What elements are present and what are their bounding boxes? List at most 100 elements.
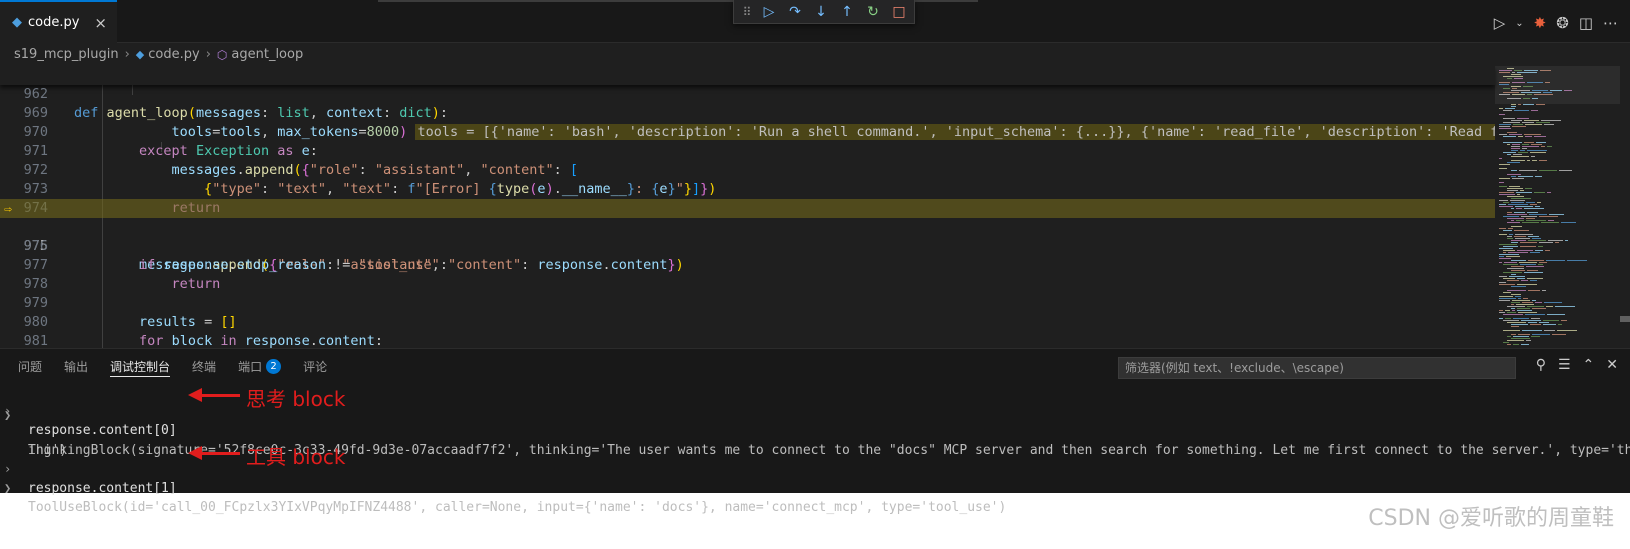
minimap-stroke xyxy=(1511,208,1514,209)
expand-chevron-icon[interactable]: ❯ xyxy=(4,479,11,498)
minimap-stroke xyxy=(1507,132,1517,133)
minimap-stroke xyxy=(1503,122,1520,123)
step-out-button[interactable]: ↑ xyxy=(834,1,860,23)
minimap-stroke xyxy=(1513,318,1529,319)
console-text: ToolUseBlock(id='call_00_FCpzlx3YIxVPqyM… xyxy=(28,500,1007,515)
minimap-stroke xyxy=(1567,260,1587,261)
breadcrumb-symbol[interactable]: agent_loop xyxy=(231,47,303,62)
code-line[interactable]: 969 tools=tools, max_tokens=8000) tools … xyxy=(0,85,1550,140)
continue-button[interactable]: ▷ xyxy=(756,1,782,23)
minimap-stroke xyxy=(1535,250,1543,251)
sparkle-icon[interactable]: ✸ xyxy=(1534,14,1547,32)
minimap-stroke xyxy=(1511,286,1526,287)
breadcrumb-file[interactable]: code.py xyxy=(148,47,199,62)
minimap-stroke xyxy=(1520,190,1524,191)
arrow-shaft xyxy=(198,394,240,397)
code-line[interactable]: 978 xyxy=(0,256,1495,292)
code-line[interactable]: 976 if response.stop_reason != "tool_use… xyxy=(0,218,1495,273)
tab-comments[interactable]: 评论 xyxy=(303,349,327,383)
step-over-button[interactable]: ↷ xyxy=(782,1,808,23)
code-line[interactable]: 971 messages.append({"role": "assistant"… xyxy=(0,123,1495,178)
minimap-stroke xyxy=(1503,314,1523,315)
tab-problems[interactable]: 问题 xyxy=(18,349,42,383)
minimap-stroke xyxy=(1499,134,1507,135)
restart-button[interactable]: ↻ xyxy=(860,1,886,23)
minimap-stroke xyxy=(1511,148,1520,149)
minimap-stroke xyxy=(1511,106,1516,107)
code-line[interactable]: 981 if block.type != "tool_use": xyxy=(0,313,1495,348)
tab-ports[interactable]: 端口 2 xyxy=(238,349,282,383)
code-line[interactable]: 973 return xyxy=(0,161,1495,216)
search-icon[interactable]: ⚲ xyxy=(1536,357,1546,373)
code-line[interactable]: 982 continue xyxy=(0,332,1495,348)
step-into-button[interactable]: ↓ xyxy=(808,1,834,23)
minimap-stroke xyxy=(1516,304,1534,305)
minimap-stroke xyxy=(1517,278,1525,279)
minimap-stroke xyxy=(1503,252,1506,253)
code-line[interactable]: 977 return xyxy=(0,237,1495,292)
vertical-scrollbar[interactable] xyxy=(1620,66,1630,348)
minimap-stroke xyxy=(1512,310,1515,311)
minimap-stroke xyxy=(1511,338,1530,339)
minimap-stroke xyxy=(1503,230,1512,231)
minimap-stroke xyxy=(1527,160,1530,161)
minimap-stroke xyxy=(1511,304,1514,305)
split-editor-icon[interactable]: ◫ xyxy=(1579,14,1593,32)
tab-output[interactable]: 输出 xyxy=(64,349,88,383)
breadcrumb: s19_mcp_plugin › ◆ code.py › ⬡ agent_loo… xyxy=(0,43,1630,66)
code-line[interactable]: 974 xyxy=(0,180,1495,216)
tab-debug-console[interactable]: 调试控制台 xyxy=(110,349,171,383)
more-actions-icon[interactable]: ⋯ xyxy=(1603,14,1618,32)
minimap-stroke xyxy=(1503,292,1511,293)
minimap-stroke xyxy=(1521,344,1529,345)
step-out-icon: ↑ xyxy=(841,3,853,20)
tab-terminal[interactable]: 终端 xyxy=(192,349,216,383)
code-line[interactable]: 979 results = [] xyxy=(0,275,1495,330)
breakpoint-arrow-icon[interactable]: ⇨ xyxy=(4,200,12,219)
drag-grip-icon[interactable]: ⠿ xyxy=(738,5,756,19)
minimap-stroke xyxy=(1559,170,1572,171)
code-line[interactable]: 980 for block in response.content: xyxy=(0,294,1495,348)
console-output-line[interactable]: ❯ ToolUseBlock(id='call_00_FCpzlx3YIxVPq… xyxy=(0,460,1630,515)
ai-assistant-icon[interactable]: ❂ xyxy=(1556,14,1569,32)
clear-console-icon[interactable]: ☰ xyxy=(1558,357,1571,373)
code-editor[interactable]: 962 def agent_loop(messages: list, conte… xyxy=(0,66,1630,348)
close-panel-icon[interactable]: ✕ xyxy=(1606,357,1618,373)
minimap-stroke xyxy=(1531,318,1540,319)
close-icon[interactable]: × xyxy=(94,14,107,32)
console-filter-input[interactable] xyxy=(1118,357,1516,379)
minimap[interactable] xyxy=(1495,66,1620,348)
minimap-stroke xyxy=(1499,186,1507,187)
minimap-stroke xyxy=(1524,142,1534,143)
minimap-stroke xyxy=(1527,270,1538,271)
scrollbar-thumb[interactable] xyxy=(1620,316,1630,322)
code-line[interactable]: 972 {"type": "text", "text": f"[Error] {… xyxy=(0,142,1495,197)
breadcrumb-folder[interactable]: s19_mcp_plugin xyxy=(14,47,119,62)
minimap-stroke xyxy=(1516,220,1524,221)
minimap-stroke xyxy=(1518,298,1521,299)
minimap-stroke xyxy=(1511,176,1516,177)
minimap-stroke xyxy=(1499,192,1514,193)
minimap-stroke xyxy=(1499,164,1510,165)
line-number: 962 xyxy=(23,86,48,102)
minimap-stroke xyxy=(1546,306,1553,307)
minimap-stroke xyxy=(1499,244,1517,245)
minimap-stroke xyxy=(1499,158,1502,159)
minimap-stroke xyxy=(1548,220,1554,221)
maximize-panel-icon[interactable]: ⌃ xyxy=(1583,357,1595,373)
chevron-down-icon[interactable]: ⌄ xyxy=(1515,18,1523,29)
run-icon[interactable]: ▷ xyxy=(1494,14,1506,32)
stop-button[interactable]: □ xyxy=(886,1,912,23)
minimap-stroke xyxy=(1511,160,1525,161)
console-output-line[interactable]: ❯ ThinkingBlock(signature='52f8ce0c-3c33… xyxy=(0,403,1630,458)
minimap-stroke xyxy=(1507,306,1525,307)
tab-code-py[interactable]: ◆ code.py × xyxy=(0,0,117,43)
minimap-stroke xyxy=(1525,136,1532,137)
minimap-stroke xyxy=(1499,108,1503,109)
minimap-stroke xyxy=(1503,110,1512,111)
minimap-stroke xyxy=(1544,302,1562,303)
current-execution-line[interactable]: ⇨ 975 messages.append({"role": "assistan… xyxy=(0,199,1495,273)
minimap-stroke xyxy=(1499,300,1510,301)
minimap-stroke xyxy=(1511,146,1520,147)
sticky-scroll-header[interactable]: 962 def agent_loop(messages: list, conte… xyxy=(0,66,1495,121)
